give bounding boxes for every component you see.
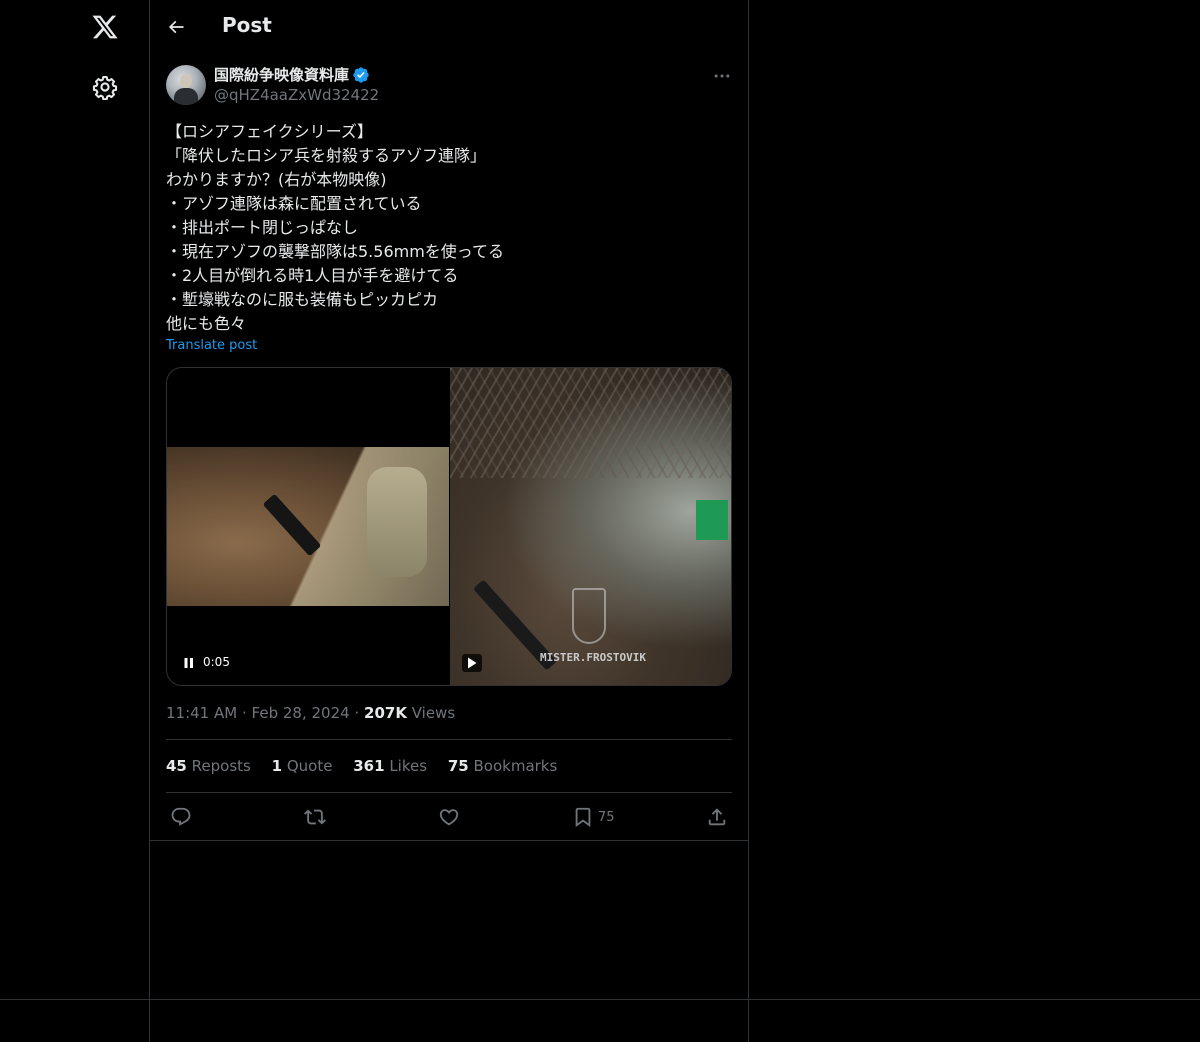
quotes-label: Quote <box>286 757 333 775</box>
more-options-icon[interactable] <box>712 66 732 86</box>
post-text-line: ・2人目が倒れる時1人目が手を避けてる <box>166 266 459 285</box>
divider-right <box>748 0 749 1042</box>
meta-dot: · <box>241 704 247 722</box>
quotes-stat[interactable]: 1 Quote <box>272 757 333 775</box>
page-title: Post <box>222 13 272 37</box>
views-count: 207K <box>364 704 407 722</box>
bookmarks-count: 75 <box>447 757 469 775</box>
branches-texture <box>450 368 731 478</box>
post-text-line: 他にも色々 <box>166 314 247 333</box>
page-header: Post <box>150 0 748 54</box>
reposts-count: 45 <box>166 757 187 775</box>
watermark-emblem <box>572 588 606 644</box>
meta-dot: · <box>354 704 360 722</box>
repost-icon[interactable] <box>304 806 326 828</box>
translate-post-link[interactable]: Translate post <box>166 338 257 353</box>
avatar-head <box>180 74 192 88</box>
divider <box>150 840 748 841</box>
avatar[interactable] <box>166 65 206 105</box>
divider <box>166 792 732 793</box>
back-arrow-icon[interactable] <box>166 17 186 37</box>
divider <box>166 739 732 740</box>
video-right-clip: MISTER.FROSTOVIK <box>450 368 731 685</box>
play-icon <box>468 657 477 669</box>
post-date[interactable]: Feb 28, 2024 <box>252 704 350 722</box>
avatar-body <box>174 88 198 105</box>
quotes-count: 1 <box>271 757 283 775</box>
post-stats: 45 Reposts 1 Quote 361 Likes 75 Bookmark… <box>166 757 573 775</box>
reply-icon[interactable] <box>170 806 192 828</box>
video-timecode: 0:05 <box>203 655 230 669</box>
likes-count: 361 <box>353 757 385 775</box>
likes-stat[interactable]: 361 Likes <box>353 757 427 775</box>
author-name[interactable]: 国際紛争映像資料庫 <box>214 64 349 85</box>
video-player[interactable]: MISTER.FROSTOVIK 0:05 <box>166 367 732 686</box>
play-button[interactable] <box>462 654 482 672</box>
reposts-stat[interactable]: 45 Reposts <box>166 757 251 775</box>
main-column: Post 国際紛争映像資料庫 @qHZ4aaZxWd32422 【ロシアフェイク… <box>150 0 748 1042</box>
video-watermark: MISTER.FROSTOVIK <box>540 651 646 664</box>
bookmarks-stat[interactable]: 75 Bookmarks <box>448 757 557 775</box>
left-nav <box>0 0 149 1042</box>
post-text-line: ・塹壕戦なのに服も装備もピッカピカ <box>166 290 439 309</box>
post-text: 【ロシアフェイクシリーズ】 「降伏したロシア兵を射殺するアゾフ連隊」 わかります… <box>166 120 732 336</box>
post-text-line: 「降伏したロシア兵を射殺するアゾフ連隊」 <box>166 146 487 165</box>
video-left-clip <box>167 447 449 606</box>
pause-icon[interactable] <box>183 656 195 670</box>
like-heart-icon[interactable] <box>438 806 460 828</box>
soldier-figure <box>367 467 427 577</box>
bookmark-action-count: 75 <box>598 810 615 825</box>
post-text-line: わかりますか？(右が本物映像) <box>166 170 387 189</box>
likes-label: Likes <box>389 757 428 775</box>
post-time[interactable]: 11:41 AM <box>166 704 237 722</box>
verified-badge-icon <box>353 67 369 83</box>
settings-gear-icon[interactable] <box>92 74 118 100</box>
reposts-label: Reposts <box>191 757 251 775</box>
green-armband <box>696 500 728 540</box>
bookmark-icon[interactable] <box>572 806 594 828</box>
author-handle[interactable]: @qHZ4aaZxWd32422 <box>214 86 379 104</box>
post-text-line: ・排出ポート閉じっぱなし <box>166 218 359 237</box>
rifle-shape <box>262 493 322 557</box>
post-text-line: 【ロシアフェイクシリーズ】 <box>166 122 373 141</box>
post-text-line: ・アゾフ連隊は森に配置されている <box>166 194 422 213</box>
share-icon[interactable] <box>706 806 728 828</box>
bookmarks-label: Bookmarks <box>473 757 558 775</box>
views-label: Views <box>411 704 456 722</box>
x-logo-icon[interactable] <box>91 13 119 41</box>
post-meta: 11:41 AM · Feb 28, 2024 · 207K Views <box>166 704 455 722</box>
post-text-line: ・現在アゾフの襲撃部隊は5.56mmを使ってる <box>166 242 504 261</box>
